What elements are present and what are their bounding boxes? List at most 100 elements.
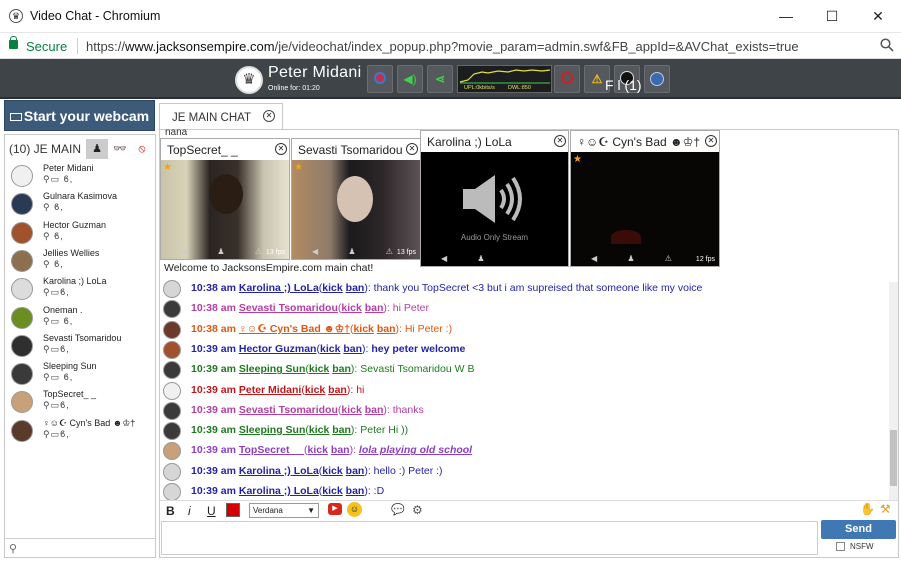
close-video-icon[interactable]: ✕ [554, 135, 566, 147]
message-author[interactable]: Sleeping Sun [239, 424, 306, 436]
avatar[interactable] [163, 422, 181, 441]
close-tab-icon[interactable]: ✕ [263, 110, 275, 122]
font-select[interactable]: Verdana ▼ [249, 503, 319, 518]
kick-link[interactable]: kick [353, 323, 373, 335]
kick-link[interactable]: kick [322, 282, 342, 294]
nsfw-checkbox[interactable]: NSFW [836, 542, 874, 552]
underline-button[interactable]: U [207, 504, 216, 518]
stop-icon[interactable] [554, 65, 580, 93]
close-video-icon[interactable]: ✕ [705, 135, 717, 147]
chat-bubble-icon[interactable]: 💬 [391, 503, 405, 516]
message-input[interactable] [161, 521, 818, 555]
video-window-cyn[interactable]: ♀☺☪ Cyn's Bad ☻♔† ✕ ★ ◀ ♟ ⚠ 12 fps [570, 130, 720, 267]
ban-link[interactable]: ban [331, 444, 350, 456]
speaker-icon[interactable]: ◀) [397, 65, 423, 93]
message-author[interactable]: Sevasti Tsomaridou [239, 404, 338, 416]
message-author[interactable]: Karolina ;) LoLa [239, 485, 319, 497]
checkbox-box[interactable] [836, 542, 845, 552]
avatar[interactable] [11, 334, 33, 357]
italic-button[interactable]: i [188, 504, 191, 518]
avatar[interactable] [11, 193, 33, 216]
message-author[interactable]: Karolina ;) LoLa [239, 465, 319, 477]
user-list-item[interactable]: Peter Midani ⚲▭ ϐ, [11, 163, 157, 191]
tab-je-main-chat[interactable]: JE MAIN CHAT ✕ [159, 103, 283, 130]
avatar[interactable] [163, 401, 181, 420]
avatar[interactable] [11, 391, 33, 414]
glasses-icon[interactable]: 👓 [109, 139, 131, 159]
ban-link[interactable]: ban [346, 485, 365, 497]
user-list-item[interactable]: Jellies Wellies ⚲ ϐ, [11, 248, 157, 276]
avatar[interactable] [11, 419, 33, 442]
avatar[interactable] [11, 278, 33, 301]
send-button[interactable]: Send [821, 520, 896, 539]
text-color-picker[interactable] [226, 503, 240, 517]
message-author[interactable]: Peter Midani [239, 384, 301, 396]
start-webcam-button[interactable]: Start your webcam [4, 100, 155, 131]
user-list-item[interactable]: Karolina ;) LoLa ⚲▭ϐ, [11, 276, 157, 304]
users-icon[interactable]: ♟ [86, 139, 108, 159]
ban-link[interactable]: ban [328, 384, 347, 396]
message-author[interactable]: Hector Guzman [239, 343, 317, 355]
close-video-icon[interactable]: ✕ [406, 143, 418, 155]
ban-link[interactable]: ban [346, 465, 365, 477]
ban-link[interactable]: ban [332, 424, 351, 436]
ban-link[interactable]: ban [365, 404, 384, 416]
broom-icon[interactable]: ⚒ [880, 502, 891, 516]
kick-link[interactable]: kick [322, 485, 342, 497]
user-list-item[interactable]: Sevasti Tsomaridou ⚲▭ϐ, [11, 333, 157, 361]
kick-link[interactable]: kick [309, 424, 329, 436]
video-window-topsecret[interactable]: TopSecret_ _ ✕ ★ ◀ ♟ ⚠ 13 fps [160, 138, 290, 260]
user-search-input[interactable]: ⚲ [4, 538, 156, 557]
message-author[interactable]: ♀☺☪ Cyn's Bad ☻♔† [239, 323, 350, 335]
kick-link[interactable]: kick [305, 384, 325, 396]
avatar[interactable] [163, 483, 181, 501]
close-video-icon[interactable]: ✕ [275, 143, 287, 155]
avatar[interactable] [11, 165, 33, 187]
share-icon[interactable]: ⋖ [427, 65, 453, 93]
emoji-icon[interactable]: ☺ [347, 502, 362, 517]
kick-link[interactable]: kick [322, 465, 342, 477]
video-window-sevasti[interactable]: Sevasti Tsomaridou ✕ ★ ◀ ♟ ⚠ 13 fps [291, 138, 421, 260]
user-list-item[interactable]: Sleeping Sun ⚲▭ ϐ, [11, 361, 157, 389]
chat-scrollbar[interactable] [889, 282, 898, 500]
avatar[interactable] [163, 361, 181, 380]
message-author[interactable]: Sevasti Tsomaridou [239, 302, 338, 314]
avatar[interactable] [163, 300, 181, 319]
bold-button[interactable]: B [166, 504, 175, 518]
address-bar[interactable]: Secure https://www.jacksonsempire.com/je… [0, 33, 901, 59]
user-avatar[interactable]: ♛ [235, 66, 263, 94]
ban-link[interactable]: ban [346, 282, 365, 294]
avatar[interactable] [11, 249, 33, 272]
avatar[interactable] [163, 280, 181, 298]
user-list-item[interactable]: Oneman . ⚲▭ ϐ, [11, 305, 157, 333]
video-window-karolina[interactable]: Karolina ;) LoLa ✕ Audio Only Stream ◀ ♟ [420, 130, 569, 267]
minimize-button[interactable]: — [763, 0, 809, 33]
record-icon[interactable] [367, 65, 393, 93]
avatar[interactable] [163, 462, 181, 481]
ban-link[interactable]: ban [332, 363, 351, 375]
kick-link[interactable]: kick [341, 302, 361, 314]
message-author[interactable]: TopSecret_ _ [239, 444, 304, 456]
kick-link[interactable]: kick [309, 363, 329, 375]
youtube-icon[interactable]: ▶ [328, 503, 342, 515]
avatar[interactable] [163, 442, 181, 461]
user-list-item[interactable]: Gulnara Kasimova ⚲ ϐ, [11, 191, 157, 219]
user-list-item[interactable]: Hector Guzman ⚲ ϐ, [11, 220, 157, 248]
ban-link[interactable]: ban [377, 323, 396, 335]
kick-link[interactable]: kick [341, 404, 361, 416]
globe-icon[interactable] [644, 65, 670, 93]
message-author[interactable]: Karolina ;) LoLa [239, 282, 319, 294]
avatar[interactable] [163, 381, 181, 400]
kick-link[interactable]: kick [320, 343, 340, 355]
avatar[interactable] [11, 221, 33, 244]
user-list-item[interactable]: TopSecret_ _ ⚲▭ϐ, [11, 389, 157, 417]
avatar[interactable] [11, 363, 33, 386]
maximize-button[interactable]: ☐ [809, 0, 855, 33]
avatar[interactable] [11, 306, 33, 329]
clear-icon[interactable]: ✋ [860, 502, 875, 516]
zoom-icon[interactable] [880, 38, 894, 55]
avatar[interactable] [163, 320, 181, 339]
block-icon[interactable]: ⦸ [131, 139, 153, 159]
user-list-item[interactable]: ♀☺☪ Cyn's Bad ☻♔† ⚲▭ϐ, [11, 418, 157, 446]
avatar[interactable] [163, 340, 181, 359]
